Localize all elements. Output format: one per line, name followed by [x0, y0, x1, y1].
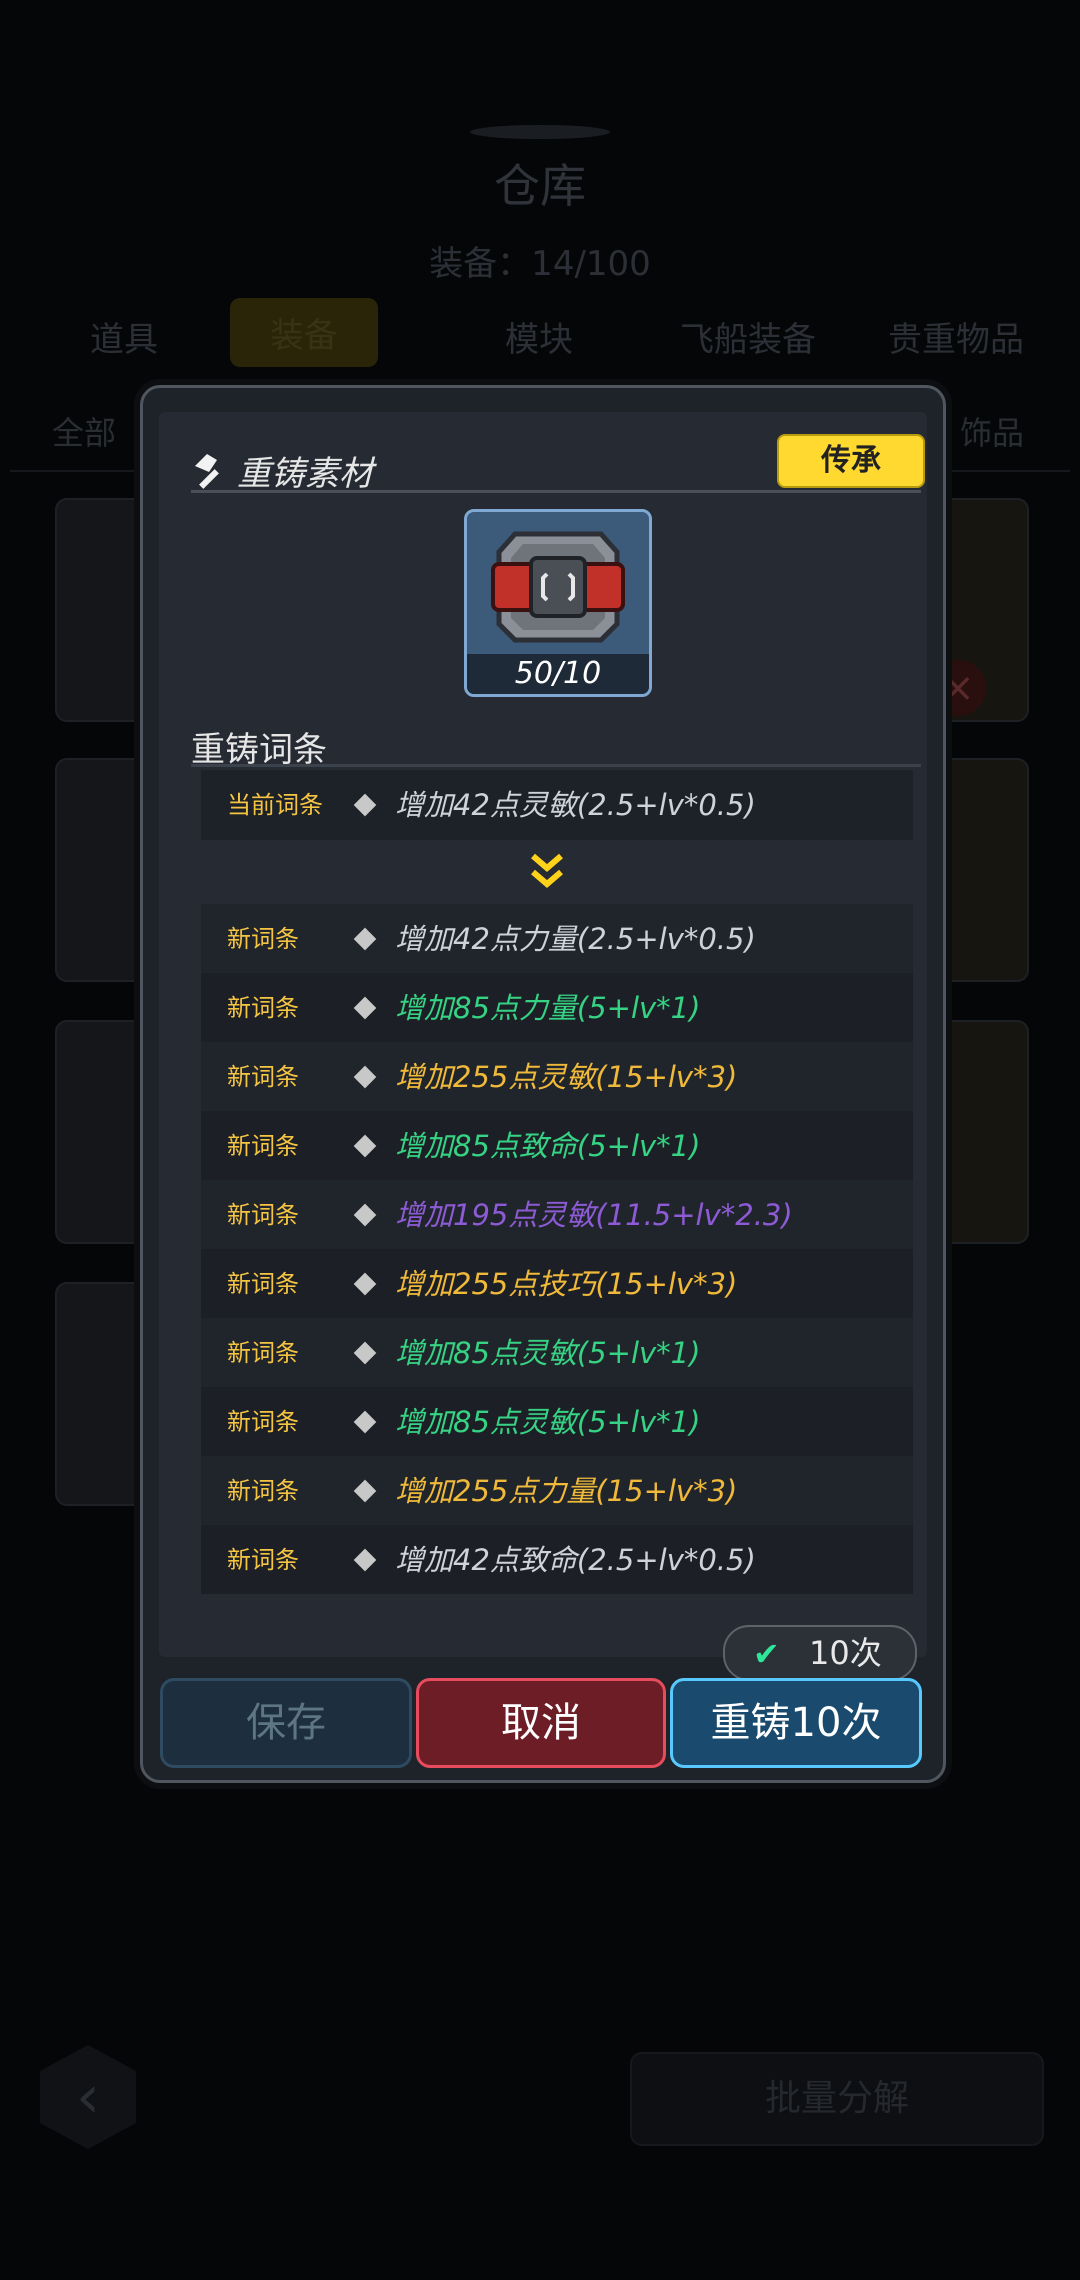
diamond-icon — [353, 996, 377, 1020]
new-entry-label: 新词条 — [227, 994, 299, 1022]
diamond-icon — [353, 927, 377, 951]
new-entry-label: 新词条 — [227, 1201, 299, 1229]
material-slot[interactable]: 50/10 — [464, 509, 652, 697]
hammer-icon — [195, 454, 219, 489]
list-item: 新词条 增加85点致命(5+lv*1) — [201, 1111, 913, 1180]
warehouse-title: 仓库 — [494, 159, 586, 213]
save-button[interactable]: 保存 — [160, 1678, 412, 1768]
subtab-all[interactable]: 全部 — [52, 408, 116, 454]
material-header-title: 重铸素材 — [237, 454, 373, 494]
double-chevron-down-icon — [531, 853, 563, 888]
diamond-icon — [353, 1548, 377, 1572]
section-divider — [191, 764, 921, 767]
header-divider — [191, 490, 921, 493]
new-entry-label: 新词条 — [227, 1546, 299, 1574]
list-item: 新词条 增加85点灵敏(5+lv*1) — [201, 1318, 913, 1387]
new-entry-text: 增加195点灵敏(11.5+lv*2.3) — [395, 1198, 793, 1232]
diamond-icon — [353, 1341, 377, 1365]
new-entry-text: 增加85点灵敏(5+lv*1) — [395, 1336, 701, 1370]
new-entry-text: 增加255点灵敏(15+lv*3) — [395, 1060, 738, 1094]
diamond-icon — [353, 1134, 377, 1158]
cancel-button[interactable]: 取消 — [416, 1678, 666, 1768]
new-entry-label: 新词条 — [227, 1132, 299, 1160]
list-item: 新词条 增加42点力量(2.5+lv*0.5) — [201, 904, 913, 973]
diamond-icon — [353, 1410, 377, 1434]
current-entry-row: 当前词条 增加42点灵敏(2.5+lv*0.5) — [201, 770, 913, 840]
reforge-count-toggle[interactable]: ✔ 10次 — [723, 1625, 917, 1681]
tab-equipment[interactable]: 装备 — [230, 298, 378, 367]
tab-modules[interactable]: 模块 — [505, 312, 573, 361]
material-count: 50/10 — [467, 654, 649, 694]
diamond-icon — [353, 793, 377, 817]
reforge-panel: 重铸素材 传承 50/10 重铸词条 当前词条 增加42点灵敏(2.5+lv*0… — [159, 412, 927, 1681]
tab-ship-equipment[interactable]: 飞船装备 — [680, 312, 816, 361]
new-entry-text: 增加85点灵敏(5+lv*1) — [395, 1405, 701, 1439]
reforge-ten-times-button[interactable]: 重铸10次 — [670, 1678, 922, 1768]
equipment-capacity: 装备：14/100 — [429, 244, 651, 284]
tab-items[interactable]: 道具 — [90, 312, 158, 361]
list-item: 新词条 增加255点灵敏(15+lv*3) — [201, 1042, 913, 1111]
title-glow — [470, 125, 610, 139]
current-entry-label: 当前词条 — [227, 791, 323, 819]
new-entry-label: 新词条 — [227, 1339, 299, 1367]
inherit-button[interactable]: 传承 — [777, 434, 925, 488]
list-item: 新词条 增加195点灵敏(11.5+lv*2.3) — [201, 1180, 913, 1249]
new-entry-text: 增加42点致命(2.5+lv*0.5) — [395, 1543, 756, 1577]
tab-valuables[interactable]: 贵重物品 — [888, 312, 1024, 361]
reforge-dialog: 重铸素材 传承 50/10 重铸词条 当前词条 增加42点灵敏(2.5+lv*0… — [140, 385, 946, 1783]
new-entry-text: 增加255点技巧(15+lv*3) — [395, 1267, 738, 1301]
back-icon[interactable]: ‹ — [40, 2045, 136, 2149]
new-entry-label: 新词条 — [227, 1477, 299, 1505]
list-item: 新词条 增加85点力量(5+lv*1) — [201, 973, 913, 1042]
new-entry-text: 增加85点致命(5+lv*1) — [395, 1129, 701, 1163]
new-entry-label: 新词条 — [227, 925, 299, 953]
new-entries-list: 新词条 增加42点力量(2.5+lv*0.5) 新词条 增加85点力量(5+lv… — [201, 904, 913, 1594]
current-entry-text: 增加42点灵敏(2.5+lv*0.5) — [395, 788, 756, 822]
diamond-icon — [353, 1065, 377, 1089]
reforge-count-label: 10次 — [809, 1634, 882, 1672]
new-entry-label: 新词条 — [227, 1063, 299, 1091]
list-item: 新词条 增加42点致命(2.5+lv*0.5) — [201, 1525, 913, 1594]
diamond-icon — [353, 1203, 377, 1227]
subtab-accessories[interactable]: 饰品 — [960, 408, 1024, 454]
checkmark-icon: ✔ — [753, 1635, 780, 1673]
diamond-icon — [353, 1272, 377, 1296]
new-entry-text: 增加255点力量(15+lv*3) — [395, 1474, 738, 1508]
new-entry-label: 新词条 — [227, 1270, 299, 1298]
diamond-icon — [353, 1479, 377, 1503]
list-item: 新词条 增加85点灵敏(5+lv*1) — [201, 1387, 913, 1456]
batch-dismantle-button[interactable]: 批量分解 — [630, 2052, 1044, 2146]
list-item: 新词条 增加255点技巧(15+lv*3) — [201, 1249, 913, 1318]
reforge-chip-icon — [491, 531, 625, 643]
new-entry-text: 增加42点力量(2.5+lv*0.5) — [395, 922, 756, 956]
list-item: 新词条 增加255点力量(15+lv*3) — [201, 1456, 913, 1525]
new-entry-label: 新词条 — [227, 1408, 299, 1436]
new-entry-text: 增加85点力量(5+lv*1) — [395, 991, 701, 1025]
